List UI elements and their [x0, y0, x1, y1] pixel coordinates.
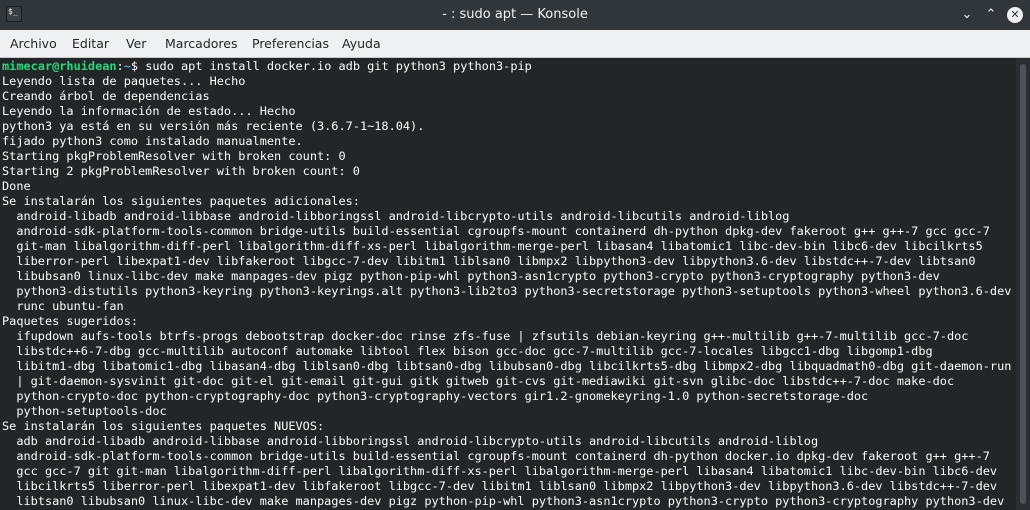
prompt-symbol: $ — [130, 59, 146, 73]
terminal-line: Done — [2, 179, 31, 193]
terminal-line: runc ubuntu-fan — [2, 299, 124, 313]
minimize-button[interactable]: ⌄ — [956, 4, 978, 26]
window-title: - : sudo apt — Konsole — [442, 7, 588, 22]
terminal-line: ifupdown aufs-tools btrfs-progs debootst… — [2, 329, 969, 343]
terminal-line: python3-distutils python3-keyring python… — [2, 284, 1012, 298]
terminal-line: Starting pkgProblemResolver with broken … — [2, 149, 346, 163]
close-icon: ✕ — [1007, 7, 1023, 23]
menu-archivo[interactable]: Archivo — [10, 36, 57, 51]
prompt-user: mimecar@rhuidean — [2, 59, 117, 73]
terminal-line: libitm1-dbg libatomic1-dbg libasan4-dbg … — [2, 359, 1012, 373]
terminal-line: gcc gcc-7 git git-man libalgorithm-diff-… — [2, 464, 998, 478]
menu-marcadores[interactable]: Marcadores — [165, 36, 238, 51]
terminal-line: Se instalarán los siguientes paquetes ad… — [2, 194, 360, 208]
close-button[interactable]: ✕ — [1004, 4, 1026, 26]
terminal-line: Leyendo lista de paquetes... Hecho — [2, 74, 246, 88]
terminal-output[interactable]: mimecar@rhuidean:~$ sudo apt install doc… — [0, 58, 1016, 510]
menu-ver[interactable]: Ver — [126, 36, 146, 51]
terminal-line: android-sdk-platform-tools-common bridge… — [2, 224, 990, 238]
prompt-line: mimecar@rhuidean:~$ sudo apt install doc… — [2, 59, 532, 74]
terminal-line: python-crypto-doc python-cryptography-do… — [2, 389, 869, 403]
chevron-down-icon: ⌄ — [961, 7, 973, 22]
prompt-command: sudo apt install docker.io adb git pytho… — [145, 59, 532, 73]
terminal-line: libtsan0 libubsan0 linux-libc-dev make m… — [2, 494, 1005, 508]
terminal-line: fijado python3 como instalado manualment… — [2, 134, 303, 148]
terminal-line: Leyendo la información de estado... Hech… — [2, 104, 296, 118]
terminal-line: android-libadb android-libbase android-l… — [2, 209, 790, 223]
terminal-line: git-man libalgorithm-diff-perl libalgori… — [2, 239, 983, 253]
terminal-line: Paquetes sugeridos: — [2, 314, 139, 328]
terminal-line: | git-daemon-sysvinit git-doc git-el git… — [2, 374, 955, 388]
terminal-line: adb android-libadb android-libbase andro… — [2, 434, 819, 448]
menu-bar: Archivo Editar Ver Marcadores Preferenci… — [0, 30, 1030, 58]
terminal-line: Se instalarán los siguientes paquetes NU… — [2, 419, 325, 433]
prompt-path: ~ — [123, 59, 131, 73]
menu-editar[interactable]: Editar — [72, 36, 109, 51]
terminal-line: libstdc++6-7-dbg gcc-multilib autoconf a… — [2, 344, 933, 358]
chevron-up-icon: ⌃ — [985, 7, 997, 22]
scrollbar-thumb[interactable] — [1020, 64, 1026, 504]
prompt-separator: : — [116, 59, 124, 73]
terminal-scrollbar[interactable] — [1016, 58, 1030, 510]
terminal-line: liberror-perl libexpat1-dev libfakeroot … — [2, 254, 976, 268]
terminal-line: Creando árbol de dependencias — [2, 89, 210, 103]
terminal-line: libcilkrts5 liberror-perl libexpat1-dev … — [2, 479, 998, 493]
menu-preferencias[interactable]: Preferencias — [252, 36, 329, 51]
terminal-line: python3 ya está en su versión más recien… — [2, 119, 425, 133]
maximize-button[interactable]: ⌃ — [980, 4, 1002, 26]
window-titlebar[interactable]: $_ - : sudo apt — Konsole ⌄ ⌃ ✕ — [0, 0, 1030, 30]
terminal-line: Starting 2 pkgProblemResolver with broke… — [2, 164, 360, 178]
terminal-line: libubsan0 linux-libc-dev make manpages-d… — [2, 269, 940, 283]
menu-ayuda[interactable]: Ayuda — [342, 36, 381, 51]
terminal-line: python-setuptools-doc — [2, 404, 167, 418]
terminal-line: android-sdk-platform-tools-common bridge… — [2, 449, 990, 463]
